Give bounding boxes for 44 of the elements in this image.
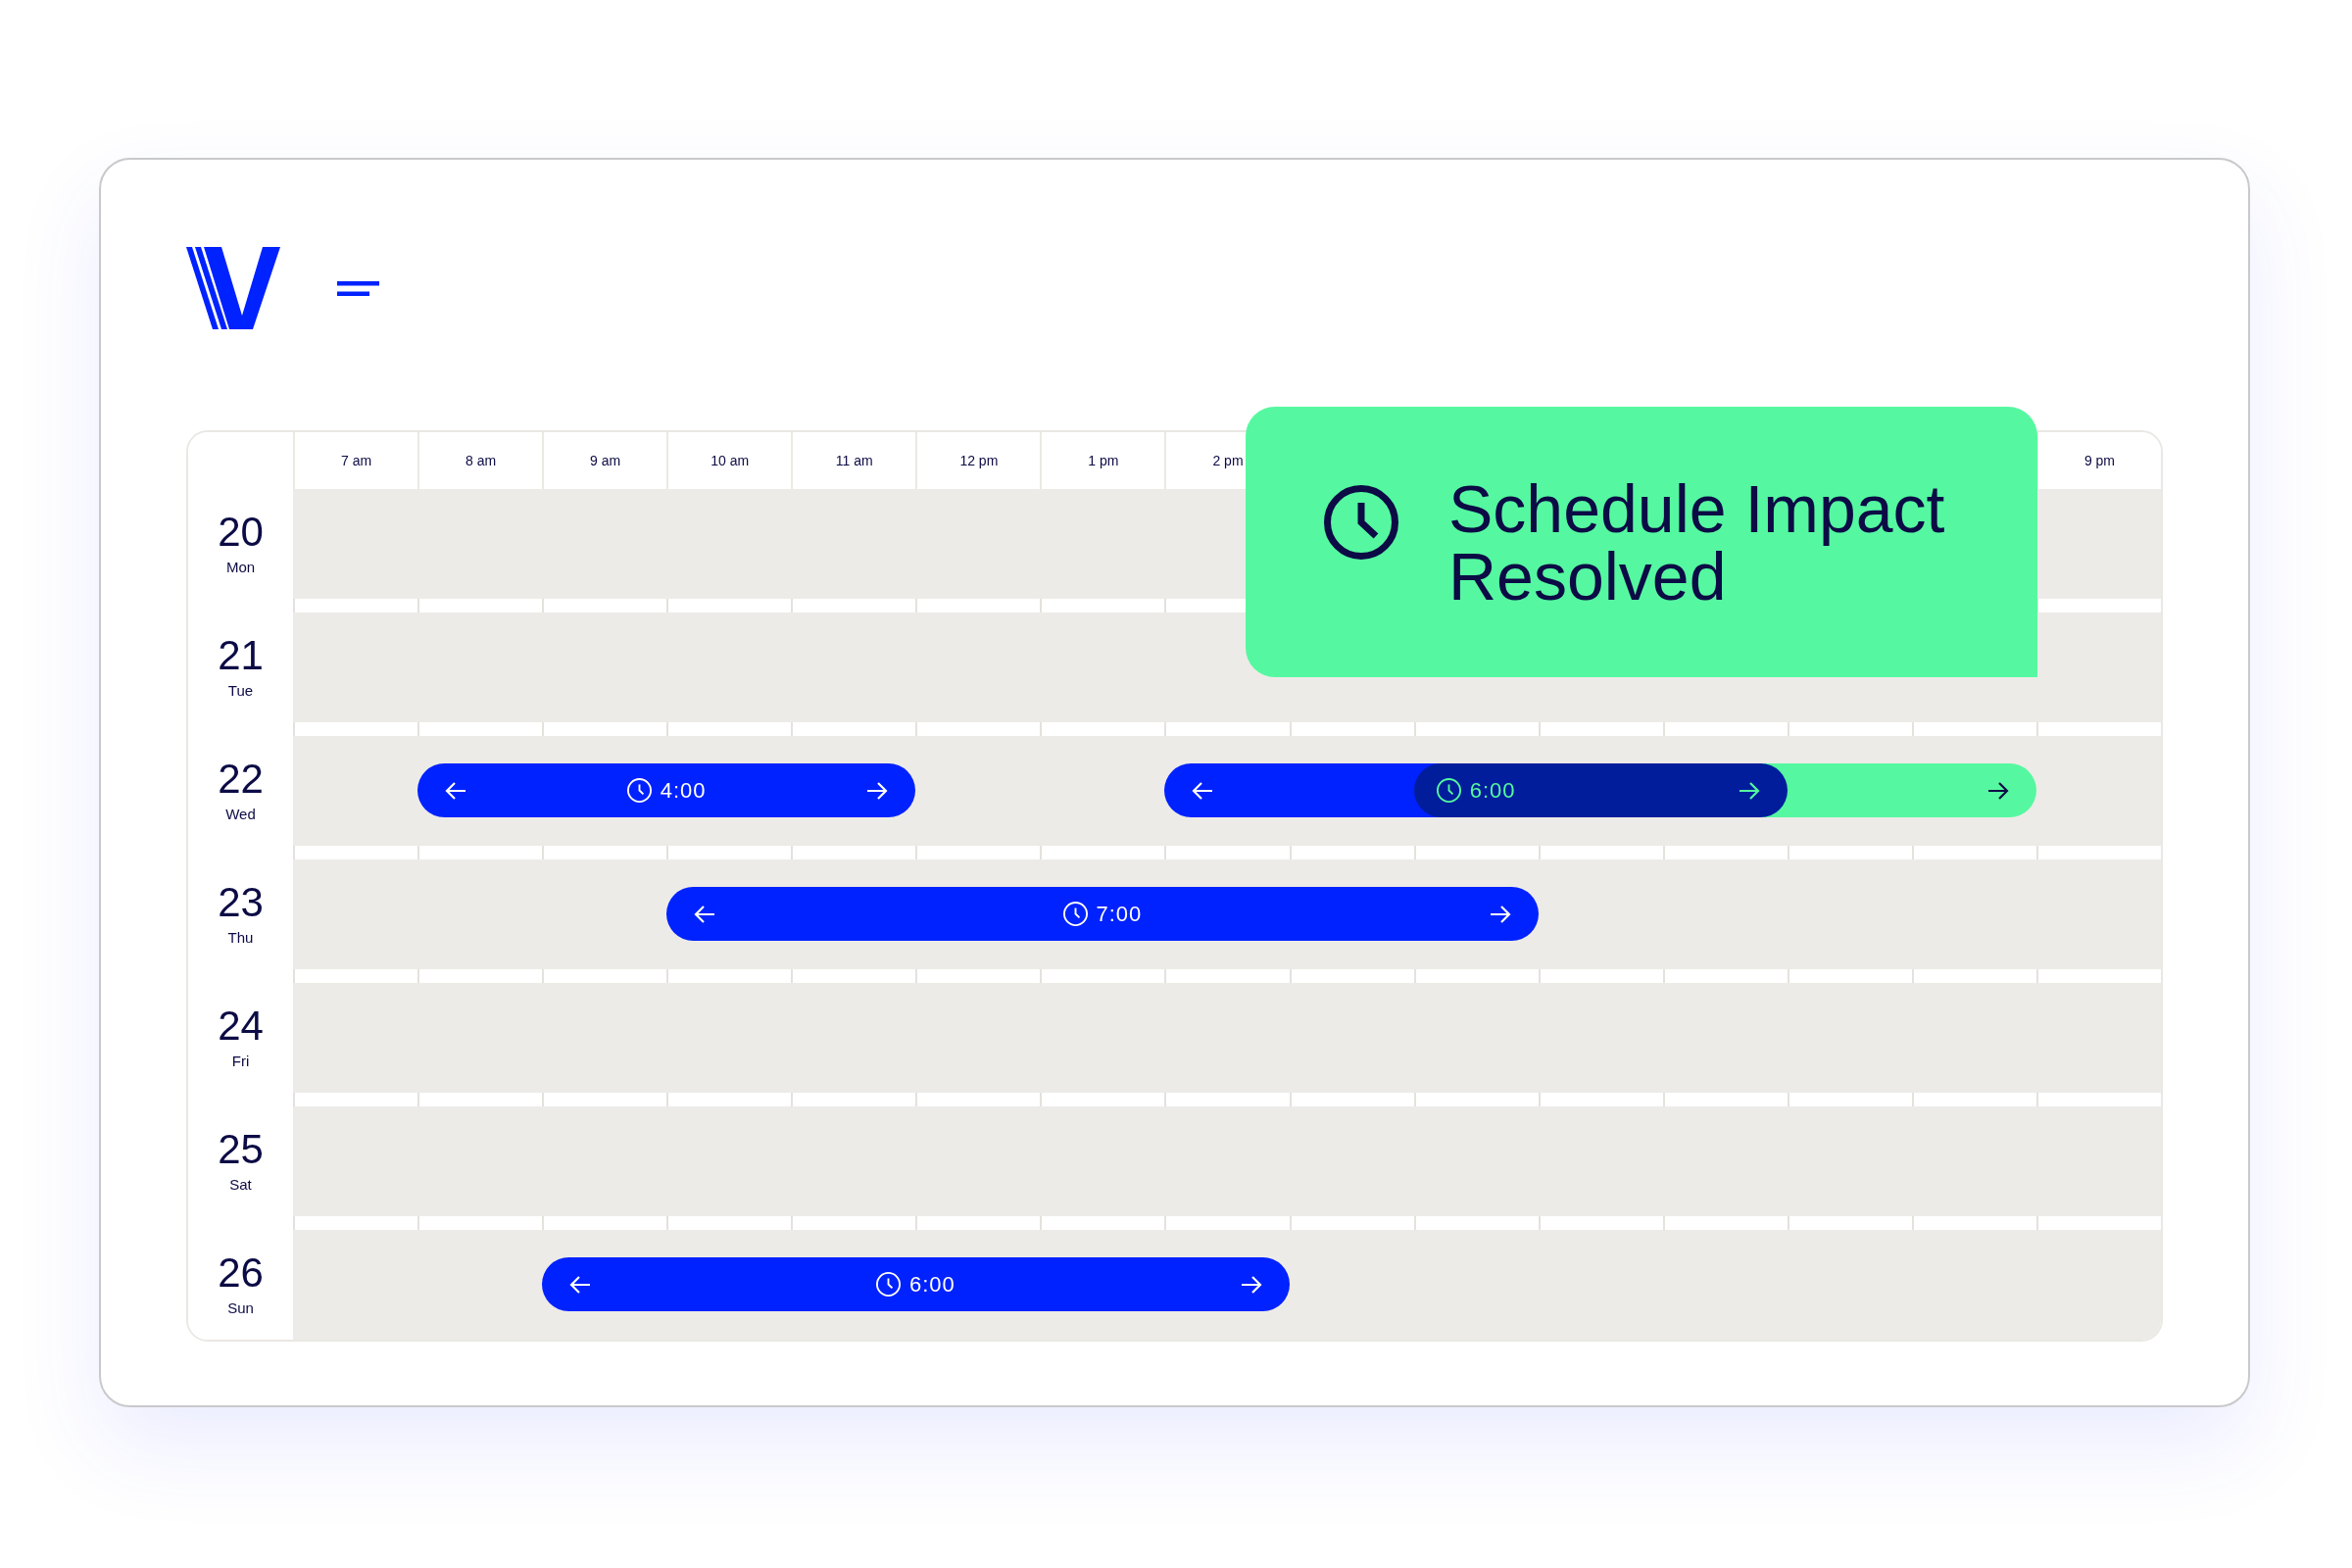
shift-bar[interactable]: 6:00 <box>542 1257 1290 1311</box>
clock-icon <box>1324 485 1398 560</box>
duration-label: 6:00 <box>908 1273 956 1296</box>
duration-label: 7:00 <box>1096 903 1143 925</box>
date-number: 20 <box>218 512 264 553</box>
arrow-right-icon[interactable] <box>1986 780 2009 801</box>
shift-bar[interactable]: 4:00 <box>417 763 916 817</box>
date-number: 25 <box>218 1129 264 1170</box>
time-label: 12 pm <box>959 451 999 470</box>
weekday-label: Mon <box>225 559 256 576</box>
clock-icon <box>1062 902 1088 926</box>
arrow-left-icon[interactable] <box>569 1274 592 1295</box>
menu-icon[interactable] <box>337 280 379 296</box>
weekday-label: Fri <box>231 1053 250 1070</box>
shift-bar[interactable]: 6:00 <box>1164 763 1788 817</box>
weekday-label: Thu <box>227 929 254 947</box>
date-number: 24 <box>218 1005 264 1047</box>
time-label: 9 pm <box>2083 451 2115 470</box>
time-label: 2 pm <box>1212 451 1244 470</box>
weekday-label: Tue <box>227 682 254 700</box>
date-number: 22 <box>218 759 264 800</box>
logo-icon <box>186 247 280 329</box>
arrow-left-icon[interactable] <box>445 780 467 801</box>
weekday-label: Sat <box>229 1176 252 1194</box>
clock-icon <box>1436 778 1461 803</box>
weekday-label: Sun <box>227 1299 254 1317</box>
date-number: 21 <box>218 635 264 676</box>
arrow-left-icon[interactable] <box>1192 780 1214 801</box>
time-label: 1 pm <box>1088 451 1119 470</box>
time-label: 8 am <box>466 451 497 470</box>
time-label: 11 am <box>835 451 873 470</box>
weekday-label: Wed <box>225 806 256 823</box>
notice-title: Schedule Impact Resolved <box>1448 475 1946 611</box>
clock-icon <box>626 778 652 803</box>
date-number: 23 <box>218 882 264 923</box>
time-label: 10 am <box>710 451 750 470</box>
duration-label: 4:00 <box>660 779 707 802</box>
time-label: 9 am <box>590 451 621 470</box>
duration-label: 6:00 <box>1469 779 1516 802</box>
clock-icon <box>875 1272 901 1297</box>
time-label: 7 am <box>340 451 372 470</box>
date-number: 26 <box>218 1252 264 1294</box>
shift-bar[interactable]: 7:00 <box>666 887 1539 941</box>
arrow-left-icon[interactable] <box>694 904 716 924</box>
